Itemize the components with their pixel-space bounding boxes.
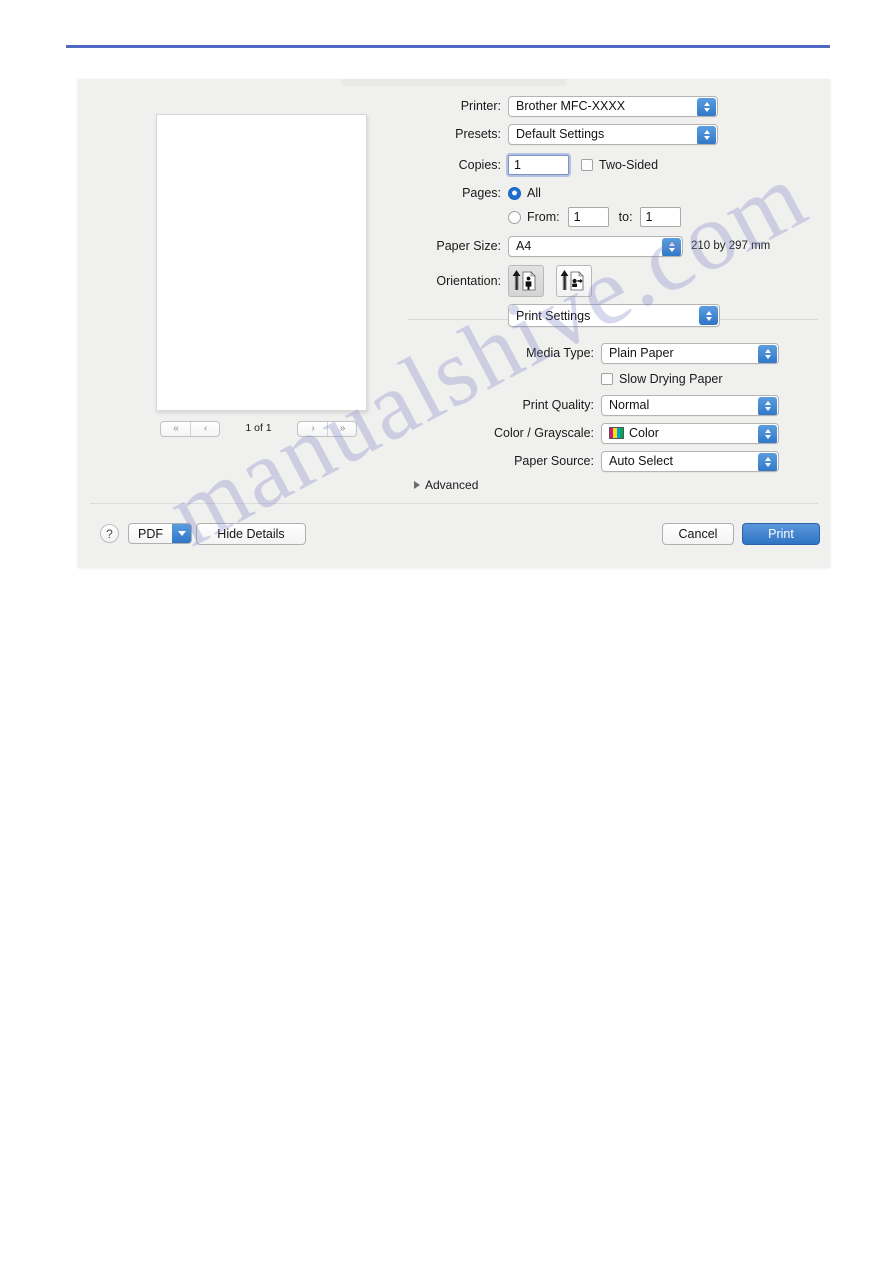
disclosure-triangle-icon	[414, 481, 420, 489]
pages-all-radio-group[interactable]: All	[508, 186, 541, 200]
orientation-landscape-button[interactable]	[556, 265, 592, 297]
slow-drying-label: Slow Drying Paper	[619, 372, 723, 386]
chevron-updown-icon	[758, 344, 777, 363]
slow-drying-checkbox[interactable]	[601, 373, 613, 385]
chevron-updown-icon	[699, 306, 718, 325]
printer-select[interactable]: Brother MFC-XXXX	[508, 95, 718, 117]
media-type-label: Media Type:	[526, 345, 594, 360]
preview-nav-forward-group[interactable]: › »	[297, 421, 357, 437]
dialog-titlebar	[342, 79, 566, 86]
print-settings-pane: Printer: Brother MFC-XXXX Presets: Defau…	[408, 95, 818, 498]
landscape-orientation-icon	[560, 270, 584, 291]
paper-source-label: Paper Source:	[514, 453, 594, 468]
chevron-down-icon[interactable]	[172, 524, 191, 543]
chevron-updown-icon	[662, 237, 681, 256]
orientation-label: Orientation:	[436, 273, 501, 288]
chevron-updown-icon	[758, 424, 777, 443]
pdf-button-label: PDF	[138, 526, 163, 541]
dialog-button-bar: ? PDF Hide Details Cancel Print	[78, 513, 830, 567]
media-type-row: Media Type: Plain Paper	[408, 342, 818, 364]
color-grayscale-label: Color / Grayscale:	[493, 425, 594, 440]
next-page-button[interactable]: ›	[298, 422, 327, 436]
hide-details-button[interactable]: Hide Details	[196, 523, 306, 545]
bottom-separator	[90, 503, 818, 504]
two-sided-checkbox-group[interactable]: Two-Sided	[581, 158, 658, 172]
chevron-updown-icon	[758, 396, 777, 415]
advanced-area: Advanced	[408, 478, 818, 498]
print-quality-row: Print Quality: Normal	[408, 394, 818, 416]
printer-row: Printer: Brother MFC-XXXX	[408, 95, 818, 117]
paper-source-select[interactable]: Auto Select	[601, 450, 779, 472]
printer-value: Brother MFC-XXXX	[516, 99, 626, 113]
pages-all-label: All	[527, 186, 541, 200]
color-grayscale-row: Color / Grayscale: Color	[408, 422, 818, 444]
copies-label: Copies:	[458, 157, 501, 172]
media-type-select[interactable]: Plain Paper	[601, 342, 779, 364]
pages-from-label: From:	[527, 210, 560, 224]
paper-size-select[interactable]: A4	[508, 235, 683, 257]
panel-selector-wrap: Print Settings	[508, 304, 720, 327]
cancel-button[interactable]: Cancel	[662, 523, 734, 545]
pages-from-radio[interactable]	[508, 210, 521, 224]
pages-to-input[interactable]: 1	[639, 207, 681, 227]
copies-row: Copies: 1 Two-Sided	[408, 154, 818, 176]
color-grayscale-select[interactable]: Color	[601, 422, 779, 444]
print-button[interactable]: Print	[742, 523, 820, 545]
two-sided-label: Two-Sided	[599, 158, 659, 172]
pages-to-label: to:	[618, 210, 633, 224]
portrait-orientation-icon	[512, 270, 536, 291]
pages-all-radio[interactable]	[508, 186, 521, 200]
print-preview-pane: « ‹ 1 of 1 › »	[90, 94, 410, 504]
paper-size-dimensions: 210 by 297 mm	[691, 240, 771, 252]
print-quality-label: Print Quality:	[522, 397, 594, 412]
panel-selector[interactable]: Print Settings	[508, 304, 720, 327]
first-page-button[interactable]: «	[161, 422, 190, 436]
preview-nav-back-group[interactable]: « ‹	[160, 421, 220, 437]
pages-range-row: From: 1 to: 1	[408, 206, 818, 228]
previous-page-button[interactable]: ‹	[190, 422, 219, 436]
page-canvas: « ‹ 1 of 1 › » Printer: Brother MFC-XXXX	[0, 0, 893, 1263]
print-quality-value: Normal	[609, 398, 650, 412]
chevron-updown-icon	[697, 97, 716, 116]
paper-source-value: Auto Select	[609, 454, 673, 468]
presets-select[interactable]: Default Settings	[508, 123, 718, 145]
presets-value: Default Settings	[516, 127, 605, 141]
panel-selector-value: Print Settings	[516, 308, 591, 323]
two-sided-checkbox[interactable]	[581, 159, 593, 171]
presets-row: Presets: Default Settings	[408, 123, 818, 145]
pdf-button[interactable]: PDF	[128, 523, 192, 544]
pages-all-row: Pages: All	[408, 182, 818, 204]
chevron-updown-icon	[758, 452, 777, 471]
pages-from-input[interactable]: 1	[567, 207, 609, 227]
pages-label: Pages:	[462, 185, 501, 200]
pages-from-radio-group[interactable]: From:	[508, 210, 560, 224]
slow-drying-row: Slow Drying Paper	[408, 370, 818, 388]
chevron-updown-icon	[697, 125, 716, 144]
presets-label: Presets:	[455, 126, 501, 141]
printer-label: Printer:	[460, 98, 501, 113]
paper-size-label: Paper Size:	[436, 238, 501, 253]
help-button[interactable]: ?	[100, 524, 119, 543]
page-top-rule	[66, 45, 830, 48]
preview-page-thumbnail	[156, 114, 367, 411]
orientation-row: Orientation:	[408, 264, 818, 298]
last-page-button[interactable]: »	[327, 422, 356, 436]
print-dialog: « ‹ 1 of 1 › » Printer: Brother MFC-XXXX	[78, 79, 830, 567]
paper-size-value: A4	[516, 239, 532, 253]
advanced-label: Advanced	[425, 478, 479, 492]
slow-drying-checkbox-group[interactable]: Slow Drying Paper	[601, 372, 723, 386]
color-grayscale-value: Color	[629, 426, 659, 440]
advanced-disclosure[interactable]: Advanced	[414, 478, 478, 492]
panel-selector-area: Print Settings	[408, 304, 818, 336]
color-bars-icon	[609, 427, 624, 439]
paper-size-row: Paper Size: A4 210 by 297 mm	[408, 235, 818, 257]
copies-input[interactable]: 1	[508, 155, 569, 175]
print-quality-select[interactable]: Normal	[601, 394, 779, 416]
orientation-portrait-button[interactable]	[508, 265, 544, 297]
preview-navigation: « ‹ 1 of 1 › »	[90, 421, 410, 445]
paper-source-row: Paper Source: Auto Select	[408, 450, 818, 472]
page-indicator: 1 of 1	[245, 422, 272, 434]
media-type-value: Plain Paper	[609, 346, 674, 360]
